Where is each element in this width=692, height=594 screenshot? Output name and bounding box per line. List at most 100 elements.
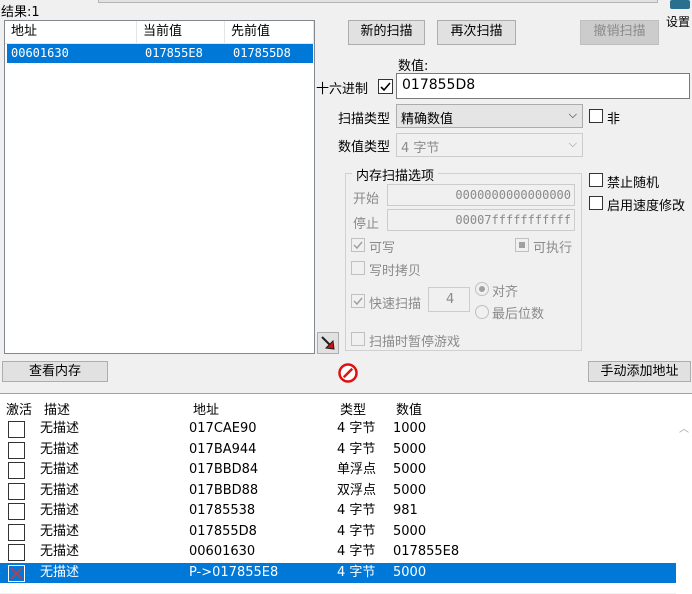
row-address: 00601630 — [189, 544, 256, 559]
column-address[interactable]: 地址 — [5, 21, 137, 43]
table-row-selected[interactable]: 无描述 P->017855E8 4 字节 5000 — [0, 562, 676, 583]
enable-speedhack-checkbox[interactable] — [589, 196, 603, 210]
active-checkbox[interactable] — [8, 503, 25, 520]
not-checkbox[interactable] — [589, 109, 603, 123]
row-description: 无描述 — [40, 441, 80, 457]
column-type[interactable]: 类型 — [340, 399, 366, 418]
scan-type-select[interactable]: 精确数值 ⌵ — [396, 104, 583, 128]
row-description: 无描述 — [40, 523, 80, 539]
table-row[interactable]: 无描述 017BA944 4 字节 5000 — [0, 440, 676, 460]
active-checkbox[interactable] — [8, 441, 25, 459]
column-address[interactable]: 地址 — [193, 399, 219, 418]
row-value: 5000 — [393, 564, 427, 580]
row-address: 017BBD88 — [189, 482, 259, 498]
scan-type-selected: 精确数值 — [401, 112, 454, 127]
column-active[interactable]: 激活 — [6, 399, 32, 418]
view-memory-button[interactable]: 查看内存 — [2, 361, 108, 382]
top-toolbar-edge — [98, 0, 658, 3]
found-address-list[interactable]: 地址 当前值 先前值 00601630 017855E8 017855D8 — [4, 20, 315, 354]
row-value: 1000 — [393, 421, 427, 436]
hex-checkbox[interactable] — [378, 79, 393, 94]
active-checkbox[interactable] — [8, 482, 25, 500]
disable-random-checkbox[interactable] — [589, 173, 603, 187]
add-to-address-list-button[interactable] — [317, 332, 339, 354]
stop-address-value: 00007fffffffffff — [455, 213, 571, 227]
row-description: 无描述 — [40, 503, 80, 518]
value-input-text: 017855D8 — [402, 77, 476, 93]
found-address: 00601630 — [11, 46, 69, 60]
value-input[interactable]: 017855D8 — [396, 73, 690, 99]
row-type: 4 字节 — [337, 523, 376, 539]
align-radio[interactable] — [475, 282, 489, 296]
disable-random-label: 禁止随机 — [607, 176, 660, 191]
checkmark-icon — [353, 241, 363, 250]
row-type: 单浮点 — [337, 462, 377, 477]
row-address: 017BA944 — [189, 441, 257, 457]
table-row[interactable]: 无描述 017BBD88 双浮点 5000 — [0, 481, 676, 501]
active-checkbox[interactable] — [8, 523, 25, 541]
column-description[interactable]: 描述 — [44, 399, 70, 418]
no-entry-icon — [338, 363, 358, 383]
settings-label: 设置 — [666, 15, 691, 29]
table-row[interactable]: 无描述 017BBD84 单浮点 5000 — [0, 460, 676, 480]
column-previous-value[interactable]: 先前值 — [225, 21, 314, 43]
found-list-row[interactable]: 00601630 017855E8 017855D8 — [7, 44, 313, 63]
row-value: 5000 — [393, 441, 427, 457]
table-row[interactable]: 无描述 017CAE90 4 字节 1000 — [0, 419, 676, 439]
fast-scan-checkbox[interactable] — [351, 294, 365, 308]
row-type: 4 字节 — [337, 503, 376, 518]
row-type: 4 字节 — [337, 564, 376, 580]
checkmark-icon — [380, 82, 391, 92]
scan-type-label: 扫描类型 — [338, 112, 391, 127]
undo-scan-button[interactable]: 撤销扫描 — [580, 20, 659, 45]
fast-scan-input[interactable]: 4 — [428, 287, 470, 312]
table-scrollbar[interactable]: ︿ — [676, 414, 692, 594]
start-address-input[interactable]: 0000000000000000 — [387, 184, 575, 206]
active-checkbox[interactable] — [8, 421, 25, 438]
value-type-label: 数值类型 — [338, 140, 391, 155]
copy-on-write-checkbox[interactable] — [351, 261, 365, 275]
align-label: 对齐 — [492, 285, 519, 300]
column-current-value[interactable]: 当前值 — [137, 21, 225, 43]
row-address: 017CAE90 — [189, 421, 257, 436]
fast-scan-label: 快速扫描 — [369, 297, 422, 312]
value-type-select[interactable]: 4 字节 ⌵ — [396, 133, 583, 157]
writable-checkbox[interactable] — [351, 238, 365, 252]
stop-label: 停止 — [353, 217, 380, 232]
row-description: 无描述 — [40, 421, 80, 436]
pause-game-label: 扫描时暂停游戏 — [369, 335, 461, 350]
row-value: 5000 — [393, 482, 427, 498]
cheat-table[interactable]: 激活 描述 地址 类型 数值 无描述 017CAE90 4 字节 1000 无描… — [0, 393, 692, 594]
row-type: 4 字节 — [337, 441, 376, 457]
row-type: 双浮点 — [337, 482, 377, 498]
add-address-manually-button[interactable]: 手动添加地址 — [588, 361, 691, 382]
stop-address-input[interactable]: 00007fffffffffff — [387, 209, 575, 231]
active-checkbox[interactable] — [8, 564, 25, 582]
found-list-header: 地址 当前值 先前值 — [5, 21, 314, 44]
executable-checkbox[interactable] — [515, 238, 529, 252]
row-address: 01785538 — [189, 503, 256, 518]
table-row[interactable]: 无描述 017855D8 4 字节 5000 — [0, 522, 676, 542]
next-scan-button[interactable]: 再次扫描 — [437, 20, 516, 45]
row-address: P->017855E8 — [189, 564, 279, 580]
active-checkbox[interactable] — [8, 544, 25, 561]
enable-speedhack-label: 启用速度修改 — [607, 199, 686, 214]
last-digits-radio[interactable] — [475, 305, 489, 319]
row-address: 017855D8 — [189, 523, 257, 539]
new-scan-button[interactable]: 新的扫描 — [348, 20, 425, 45]
table-row[interactable]: 无描述 01785538 4 字节 981 — [0, 501, 676, 521]
fast-scan-value: 4 — [446, 292, 455, 307]
row-description: 无描述 — [40, 564, 80, 580]
writable-label: 可写 — [369, 241, 396, 256]
table-row[interactable]: 无描述 00601630 4 字节 017855E8 — [0, 542, 676, 562]
settings-logo-icon — [670, 0, 690, 9]
column-value[interactable]: 数值 — [396, 399, 422, 418]
row-description: 无描述 — [40, 544, 80, 559]
active-checkbox[interactable] — [8, 462, 25, 479]
indeterminate-mark — [519, 242, 525, 248]
scroll-up-icon[interactable]: ︿ — [679, 420, 689, 435]
pause-game-checkbox[interactable] — [351, 332, 365, 346]
settings-button[interactable]: 设置 — [664, 0, 692, 32]
stop-scan-button[interactable] — [337, 362, 359, 384]
value-label: 数值: — [398, 59, 429, 74]
